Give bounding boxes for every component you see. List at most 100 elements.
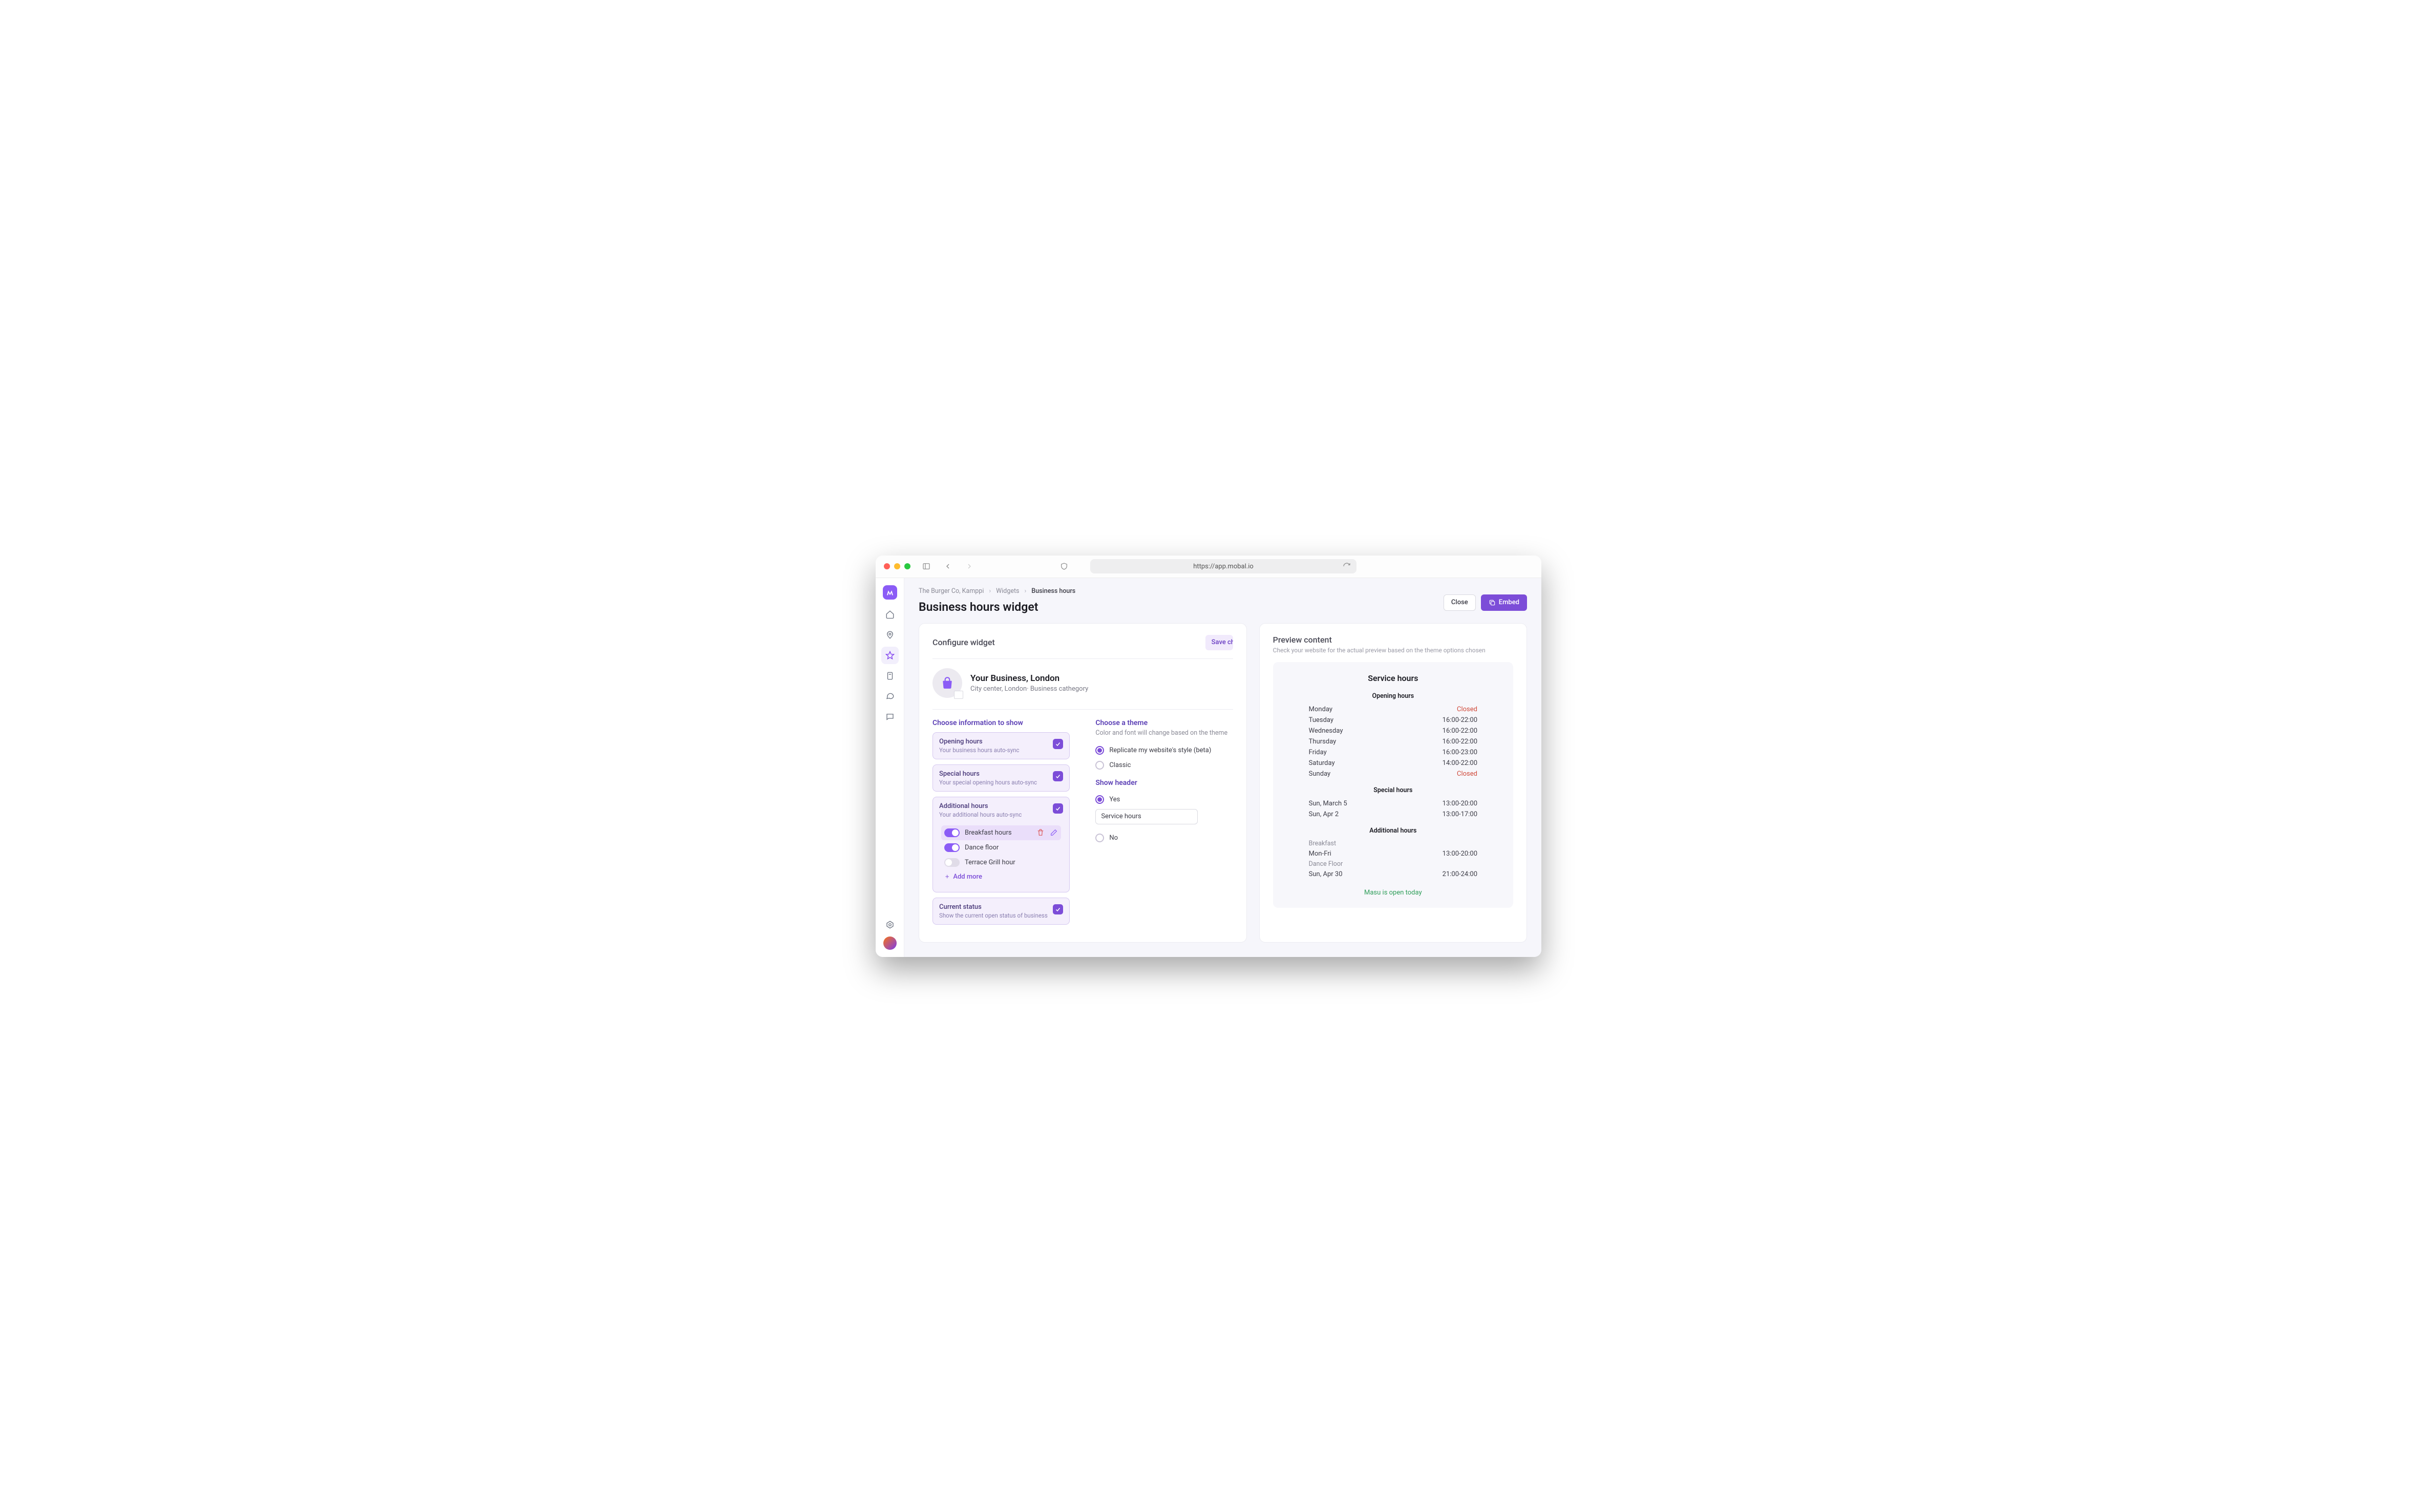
app-sidebar: [876, 578, 904, 957]
business-meta: City center, London· Business cathegory: [970, 685, 1088, 693]
option-special-hours[interactable]: Special hoursYour special opening hours …: [932, 764, 1070, 792]
radio-on-icon: [1095, 795, 1104, 804]
breadcrumb-current: Business hours: [1031, 587, 1075, 595]
nav-settings-icon[interactable]: [881, 916, 899, 933]
header-heading: Show header: [1095, 779, 1233, 787]
close-button[interactable]: Close: [1444, 594, 1476, 611]
preview-sub: Check your website for the actual previe…: [1273, 647, 1513, 654]
preview-box: Service hours Opening hours MondayClosed…: [1273, 662, 1513, 908]
preview-card: Preview content Check your website for t…: [1259, 623, 1527, 943]
info-heading: Choose information to show: [932, 719, 1070, 727]
browser-window: https://app.mobal.io The Burger Co, Kamp…: [876, 556, 1541, 957]
app-logo[interactable]: [883, 585, 897, 600]
trash-icon[interactable]: [1036, 828, 1045, 837]
nav-chat-icon[interactable]: [881, 688, 899, 705]
save-button[interactable]: Save changes: [1205, 635, 1233, 650]
theme-option-replicate[interactable]: Replicate my website's style (beta): [1095, 743, 1233, 758]
breadcrumb: The Burger Co, Kamppi › Widgets › Busine…: [919, 587, 1075, 595]
additional-item-terrace[interactable]: Terrace Grill hour: [941, 855, 1061, 870]
chevron-icon: ›: [989, 587, 991, 595]
theme-column: Choose a theme Color and font will chang…: [1095, 719, 1233, 930]
preview-hours-row: Thursday16:00-22:00: [1288, 736, 1498, 747]
header-option-yes[interactable]: Yes: [1095, 792, 1233, 807]
bag-icon: [932, 668, 962, 698]
checkbox-checked-icon[interactable]: [1053, 904, 1063, 914]
preview-hours-row: Sun, Apr 3021:00-24:00: [1288, 869, 1498, 880]
theme-option-classic[interactable]: Classic: [1095, 758, 1233, 773]
header-text-input[interactable]: [1095, 809, 1198, 824]
nav-widgets-icon[interactable]: [881, 647, 899, 664]
toggle-on[interactable]: [944, 828, 960, 837]
plus-icon: [944, 873, 950, 880]
checkbox-checked-icon[interactable]: [1053, 739, 1063, 749]
copy-icon: [1489, 599, 1496, 606]
configure-heading: Configure widget: [932, 637, 995, 647]
breadcrumb-widgets[interactable]: Widgets: [996, 587, 1019, 595]
back-button[interactable]: [942, 561, 953, 572]
toggle-on[interactable]: [944, 843, 960, 852]
nav-home-icon[interactable]: [881, 606, 899, 623]
preview-hours-row: Saturday14:00-22:00: [1288, 758, 1498, 769]
nav-doc-icon[interactable]: [881, 667, 899, 685]
preview-hours-row: Friday16:00-23:00: [1288, 747, 1498, 758]
close-window-button[interactable]: [884, 563, 890, 569]
embed-button[interactable]: Embed: [1481, 594, 1527, 611]
privacy-shield-icon[interactable]: [1058, 561, 1070, 572]
preview-open-status: Masu is open today: [1288, 889, 1498, 897]
preview-hours-row: Wednesday16:00-22:00: [1288, 726, 1498, 736]
preview-opening-heading: Opening hours: [1288, 692, 1498, 700]
url-text: https://app.mobal.io: [1193, 563, 1254, 570]
theme-heading: Choose a theme: [1095, 719, 1233, 727]
edit-icon[interactable]: [1050, 828, 1058, 837]
preview-special-rows: Sun, March 513:00-20:00Sun, Apr 213:00-1…: [1288, 798, 1498, 820]
breadcrumb-root[interactable]: The Burger Co, Kamppi: [919, 587, 984, 595]
fullscreen-window-button[interactable]: [904, 563, 910, 569]
radio-on-icon: [1095, 746, 1104, 755]
user-avatar[interactable]: [883, 936, 897, 950]
toggle-off[interactable]: [944, 858, 960, 867]
preview-hours-row: Sun, March 513:00-20:00: [1288, 798, 1498, 809]
preview-category: Dance Floor: [1288, 859, 1498, 869]
chevron-icon: ›: [1025, 587, 1027, 595]
browser-chrome: https://app.mobal.io: [876, 556, 1541, 578]
address-bar[interactable]: https://app.mobal.io: [1090, 559, 1356, 573]
option-current-status[interactable]: Current statusShow the current open stat…: [932, 898, 1070, 925]
preview-special-heading: Special hours: [1288, 786, 1498, 794]
preview-hours-row: SundayClosed: [1288, 769, 1498, 779]
business-header: Your Business, London City center, Londo…: [932, 668, 1233, 710]
preview-category: Breakfast: [1288, 839, 1498, 848]
preview-additional-heading: Additional hours: [1288, 827, 1498, 835]
add-more-button[interactable]: Add more: [941, 870, 985, 884]
forward-button[interactable]: [964, 561, 975, 572]
info-column: Choose information to show Opening hours…: [932, 719, 1070, 930]
radio-off-icon: [1095, 761, 1104, 770]
preview-hours-row: Mon-Fri13:00-20:00: [1288, 848, 1498, 859]
checkbox-checked-icon[interactable]: [1053, 803, 1063, 814]
preview-heading: Preview content: [1273, 635, 1513, 645]
minimize-window-button[interactable]: [894, 563, 900, 569]
configure-card: Configure widget Save changes Your Busin…: [919, 623, 1247, 943]
page-actions: Close Embed: [1444, 594, 1527, 611]
preview-hours-row: Sun, Apr 213:00-17:00: [1288, 809, 1498, 820]
additional-item-breakfast[interactable]: Breakfast hours: [941, 825, 1061, 840]
business-name: Your Business, London: [970, 673, 1088, 684]
reload-icon[interactable]: [1341, 561, 1352, 572]
preview-additional-rows: BreakfastMon-Fri13:00-20:00Dance FloorSu…: [1288, 839, 1498, 880]
sidebar-toggle-icon[interactable]: [921, 561, 932, 572]
preview-hours-row: MondayClosed: [1288, 704, 1498, 715]
topbar: The Burger Co, Kamppi › Widgets › Busine…: [904, 578, 1541, 614]
radio-off-icon: [1095, 834, 1104, 842]
checkbox-checked-icon[interactable]: [1053, 771, 1063, 781]
nav-location-icon[interactable]: [881, 626, 899, 644]
content: Configure widget Save changes Your Busin…: [904, 614, 1541, 957]
nav-message-icon[interactable]: [881, 708, 899, 726]
additional-item-dance[interactable]: Dance floor: [941, 840, 1061, 855]
preview-title: Service hours: [1288, 673, 1498, 683]
page-title: Business hours widget: [919, 600, 1075, 614]
option-opening-hours[interactable]: Opening hoursYour business hours auto-sy…: [932, 732, 1070, 759]
theme-sub: Color and font will change based on the …: [1095, 729, 1233, 737]
preview-opening-rows: MondayClosedTuesday16:00-22:00Wednesday1…: [1288, 704, 1498, 779]
header-option-no[interactable]: No: [1095, 830, 1233, 845]
option-additional-hours: Additional hoursYour additional hours au…: [932, 797, 1070, 892]
traffic-lights: [884, 563, 910, 569]
